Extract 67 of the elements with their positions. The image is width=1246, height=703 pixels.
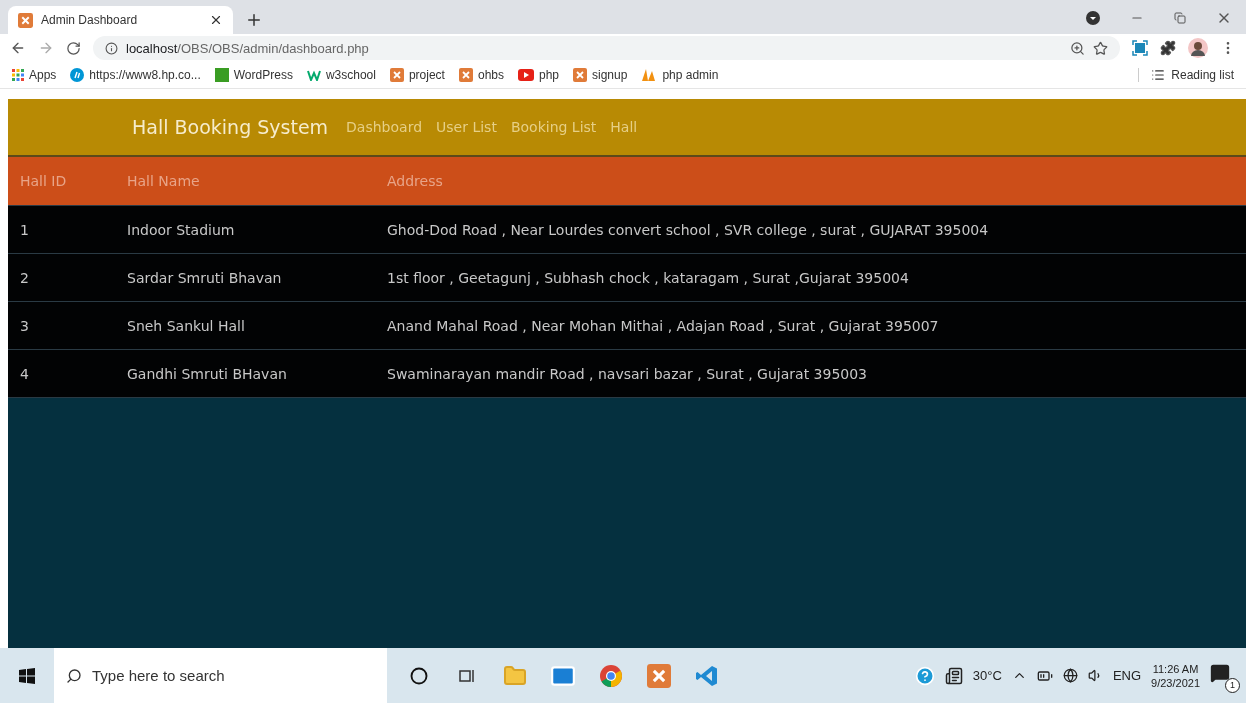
bookmark-link[interactable]: ohbs [458,68,504,82]
table-cell-text: Indoor Stadium [126,221,236,238]
table-cell-text: Anand Mahal Road , Near Mohan Mithai , Adajan Road , Surat , Gujarat 395007 [386,317,940,334]
avatar-icon[interactable] [1188,38,1208,58]
bookmark-link[interactable]: Apps [12,68,57,82]
square-icon [214,68,229,82]
bookmark-link[interactable]: php [518,68,559,82]
vscode-icon[interactable] [695,663,719,688]
reload-icon[interactable] [66,40,81,56]
back-icon[interactable] [10,40,26,56]
bookmark-label: project [408,68,445,82]
play-icon [518,69,534,81]
notification-count: 1 [1225,677,1240,693]
bookmark-star-icon[interactable] [1093,40,1108,56]
bookmark-link[interactable]: signup [573,68,628,82]
extensions-icon[interactable] [1160,40,1176,56]
apps-grid-icon [12,69,24,81]
zoom-icon[interactable] [1070,40,1085,56]
sail-logo-icon [641,68,658,82]
table-cell-text: 4 [19,365,30,382]
language-indicator[interactable]: ENG [1112,668,1142,683]
notification-icon[interactable] [1210,662,1230,683]
search-icon [66,667,82,684]
column-header: Hall ID [19,173,68,189]
clock[interactable]: 11:26 AM 9/23/2021 [1151,662,1200,689]
w-logo-icon [306,69,321,81]
column-header: Hall Name [126,173,201,189]
bookmark-link[interactable]: WordPress [214,68,293,82]
bookmark-label: signup [592,68,628,82]
bookmark-link[interactable]: w3school [306,68,376,82]
chrome-icon[interactable] [599,663,623,688]
bookmark-label: php admin [662,68,719,82]
news-icon[interactable] [944,666,963,685]
bookmark-label: w3school [325,68,376,82]
profile-menu-icon[interactable] [1086,11,1100,25]
network-icon[interactable] [1062,668,1078,683]
table-cell-text: 2 [19,269,30,286]
screen-capture-icon[interactable] [1132,40,1148,56]
table-cell-text: Sneh Sankul Hall [126,317,246,334]
windows-start-icon[interactable] [19,667,35,684]
bookmark-label: ohbs [477,68,504,82]
close-icon[interactable] [209,13,223,27]
help-icon[interactable] [914,665,935,686]
table-cell-text: 1 [19,221,30,238]
table-cell-text: Ghod-Dod Road , Near Lourdes convert school , SVR college , surat , GUJARAT 395004 [386,221,990,238]
restore-icon[interactable] [1174,12,1186,24]
address-bar[interactable]: localhost/OBS/OBS/admin/dashboard.php [93,36,1120,60]
search-field[interactable]: Type here to search [54,648,387,703]
table-cell-text: 1st floor , Geetagunj , Subhash chock , kataragam , Surat ,Gujarat 395004 [386,269,910,286]
hp-logo-icon [70,68,85,82]
list-icon [1151,68,1166,82]
bookmark-label: WordPress [233,68,293,82]
circle-icon[interactable] [410,666,428,685]
bookmark-link[interactable]: project [389,68,445,82]
table-cell-text: Gandhi Smruti BHavan [126,365,288,382]
reading-list-button[interactable]: Reading list [1138,68,1234,82]
bookmark-label: Apps [29,68,57,82]
browser-tab[interactable]: Admin Dashboard [8,6,233,34]
bookmark-label: php [539,68,559,82]
table-cell-text: 3 [19,317,30,334]
table-cell-text: Sardar Smruti Bhavan [126,269,283,286]
table-cell-text: Swaminarayan mandir Road , navsari bazar , Surat , Gujarat 395003 [386,365,869,382]
new-tab-icon[interactable] [245,11,263,29]
info-icon [105,41,118,55]
weather-text: 30°C [972,668,1002,683]
column-header: Address [386,173,444,189]
bookmark-link[interactable]: php admin [641,68,719,82]
